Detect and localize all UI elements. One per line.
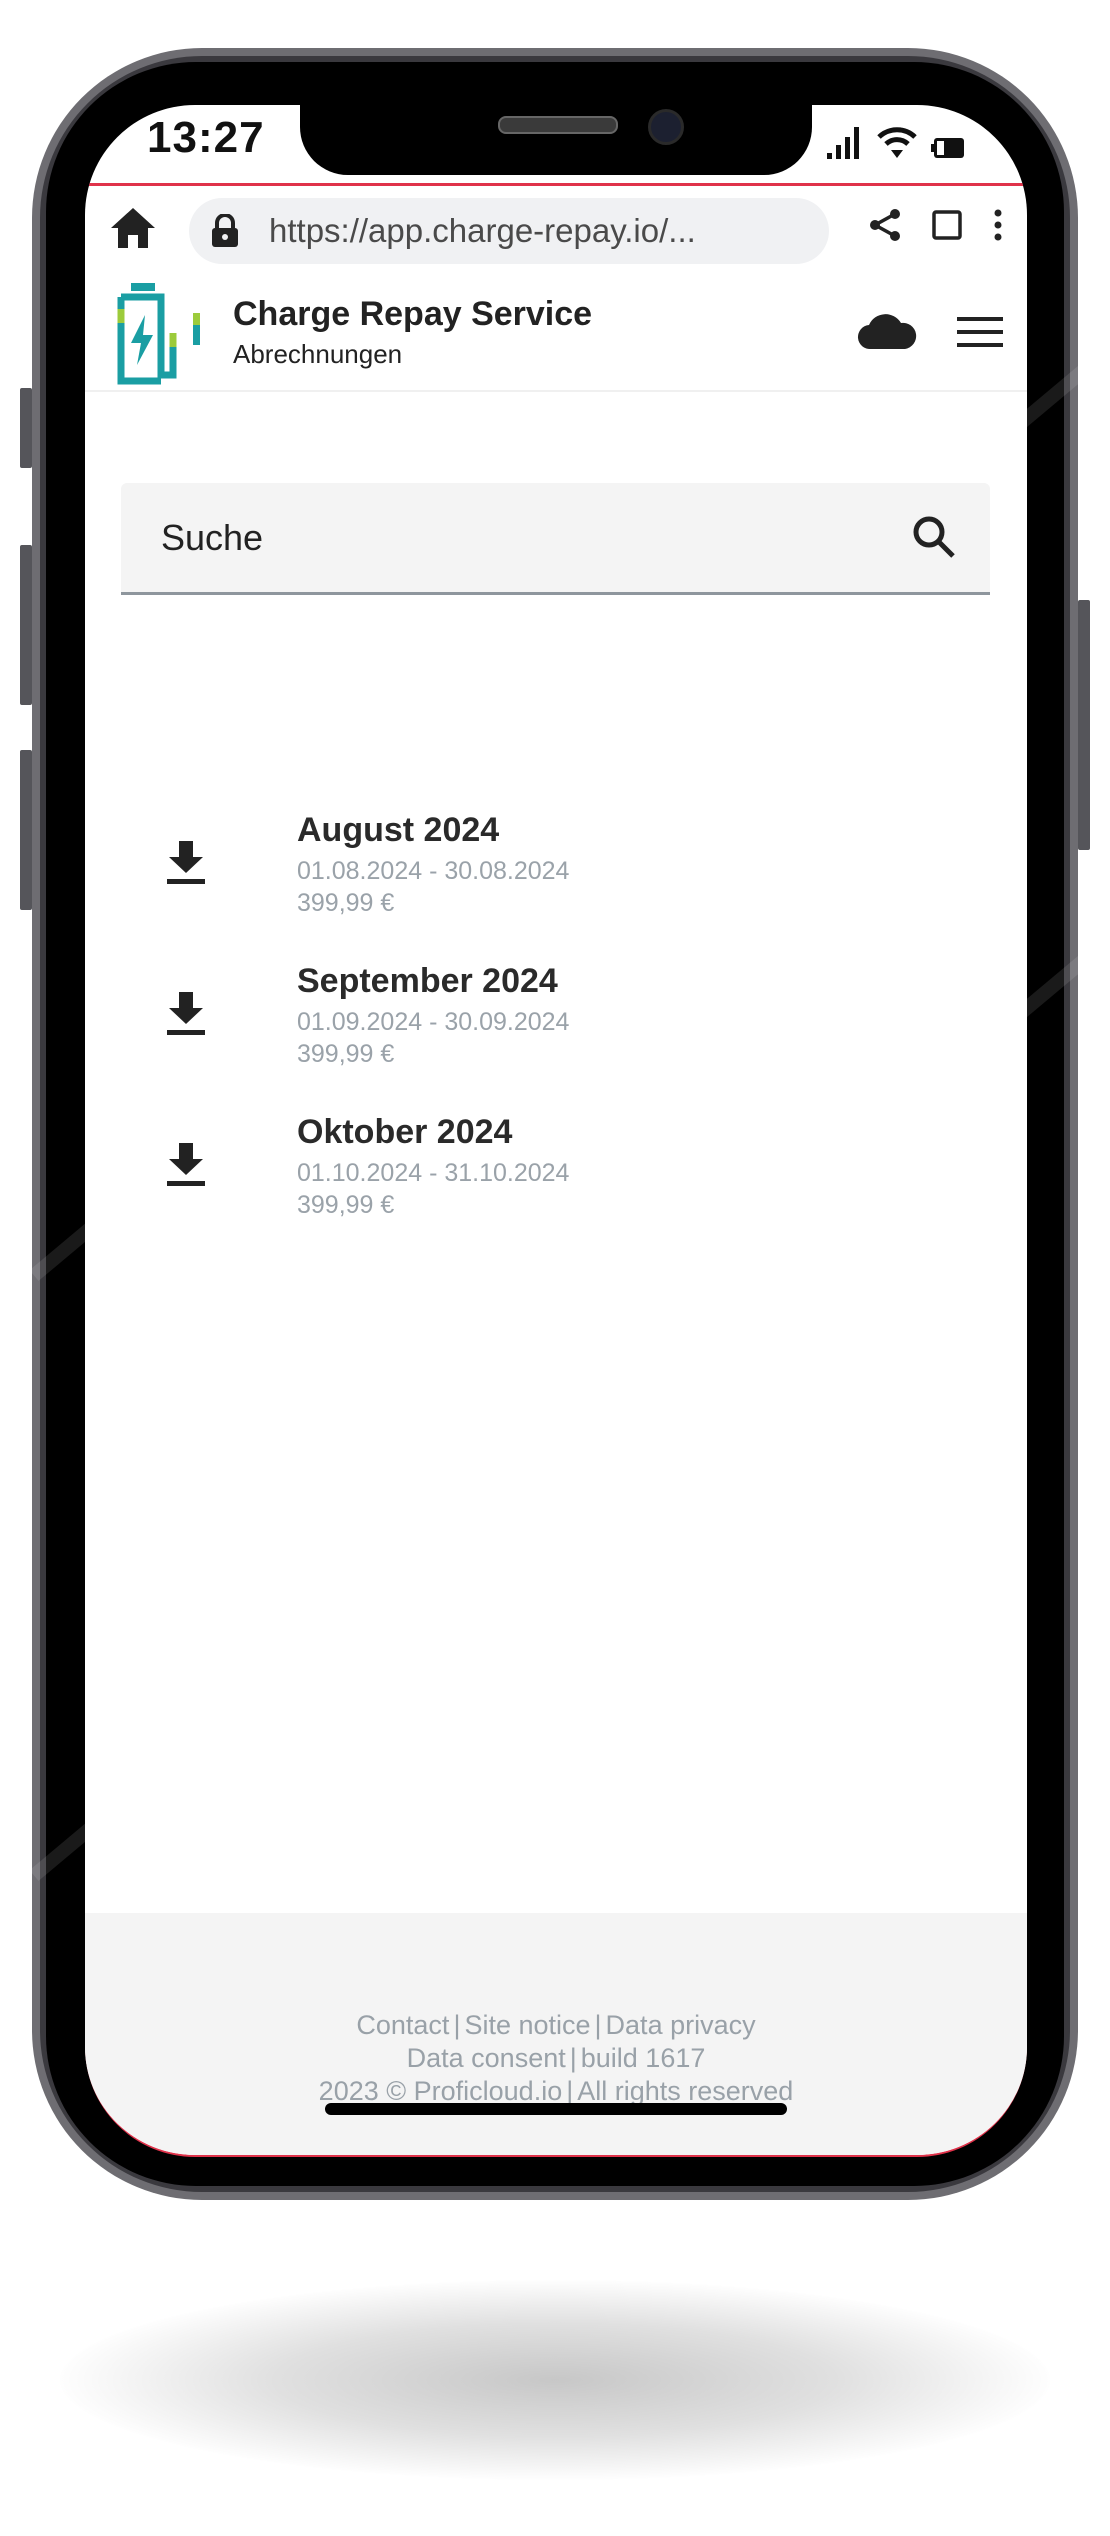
invoice-date-range: 01.08.2024 - 30.08.2024 <box>297 857 570 885</box>
battery-charge-logo[interactable] <box>115 283 211 387</box>
search-field[interactable]: Suche <box>121 483 990 595</box>
footer-link-data-consent[interactable]: Data consent <box>407 2043 566 2073</box>
footer-separator: | <box>566 2076 574 2106</box>
app-header: Charge Repay Service Abrechnungen <box>85 275 1027 392</box>
home-indicator[interactable] <box>325 2103 787 2115</box>
wifi-icon <box>877 127 917 158</box>
volume-up-button <box>20 545 32 705</box>
lock-icon <box>212 214 238 247</box>
download-icon[interactable] <box>167 841 205 885</box>
battery-icon <box>931 138 964 158</box>
home-icon[interactable] <box>109 206 157 250</box>
device-shadow <box>60 2280 1050 2480</box>
footer-build: build 1617 <box>580 2043 706 2073</box>
mute-switch <box>20 388 32 468</box>
invoice-amount: 399,99 € <box>297 1040 395 1068</box>
search-icon[interactable] <box>912 515 956 559</box>
signal-icon <box>827 127 859 159</box>
phone-camera <box>648 109 684 145</box>
status-time: 13:27 <box>147 113 265 162</box>
more-vert-icon[interactable] <box>993 209 1003 241</box>
footer-line-1: Contact | Site notice | Data privacy <box>85 2009 1027 2042</box>
cloud-icon[interactable] <box>857 311 917 351</box>
browser-accent-line <box>85 183 1027 186</box>
url-bar[interactable]: https://app.charge-repay.io/... <box>189 198 829 264</box>
download-icon[interactable] <box>167 1143 205 1187</box>
phone-screen: 13:27 https://app.charge-repay.io/... Ch… <box>85 105 1027 2157</box>
phone-speaker <box>498 116 618 134</box>
footer-rights: All rights reserved <box>577 2076 794 2106</box>
footer-line-2: Data consent | build 1617 <box>85 2042 1027 2075</box>
invoice-amount: 399,99 € <box>297 1191 395 1219</box>
download-icon[interactable] <box>167 992 205 1036</box>
invoice-date-range: 01.10.2024 - 31.10.2024 <box>297 1159 570 1187</box>
footer-copyright: 2023 © Proficloud.io <box>318 2076 563 2106</box>
app-subtitle: Abrechnungen <box>233 339 403 369</box>
footer-link-contact[interactable]: Contact <box>356 2010 449 2040</box>
invoice-date-range: 01.09.2024 - 30.09.2024 <box>297 1008 570 1036</box>
page-footer: Contact | Site notice | Data privacy Data co… <box>85 1913 1027 2155</box>
invoice-title: August 2024 <box>297 811 500 849</box>
invoice-item[interactable]: August 2024 01.08.2024 - 30.08.2024 399,… <box>85 805 1027 945</box>
browser-toolbar: https://app.charge-repay.io/... <box>85 190 1027 270</box>
invoice-title: Oktober 2024 <box>297 1113 513 1151</box>
footer-links: Contact | Site notice | Data privacy Data co… <box>85 2009 1027 2108</box>
browser-actions <box>869 208 1003 242</box>
invoice-title: September 2024 <box>297 962 558 1000</box>
search-input[interactable]: Suche <box>161 517 263 559</box>
tabs-icon[interactable] <box>931 209 963 241</box>
power-button <box>1078 600 1090 850</box>
status-icons <box>827 125 965 159</box>
footer-separator: | <box>453 2010 461 2040</box>
footer-link-site-notice[interactable]: Site notice <box>464 2010 590 2040</box>
invoice-item[interactable]: September 2024 01.09.2024 - 30.09.2024 3… <box>85 956 1027 1096</box>
share-icon[interactable] <box>869 208 901 242</box>
invoice-item[interactable]: Oktober 2024 01.10.2024 - 31.10.2024 399… <box>85 1107 1027 1247</box>
footer-link-data-privacy[interactable]: Data privacy <box>606 2010 756 2040</box>
footer-separator: | <box>569 2043 577 2073</box>
menu-icon[interactable] <box>957 315 1003 349</box>
volume-down-button <box>20 750 32 910</box>
app-title: Charge Repay Service <box>233 295 593 333</box>
url-text[interactable]: https://app.charge-repay.io/... <box>269 212 696 250</box>
invoice-amount: 399,99 € <box>297 889 395 917</box>
footer-separator: | <box>594 2010 602 2040</box>
